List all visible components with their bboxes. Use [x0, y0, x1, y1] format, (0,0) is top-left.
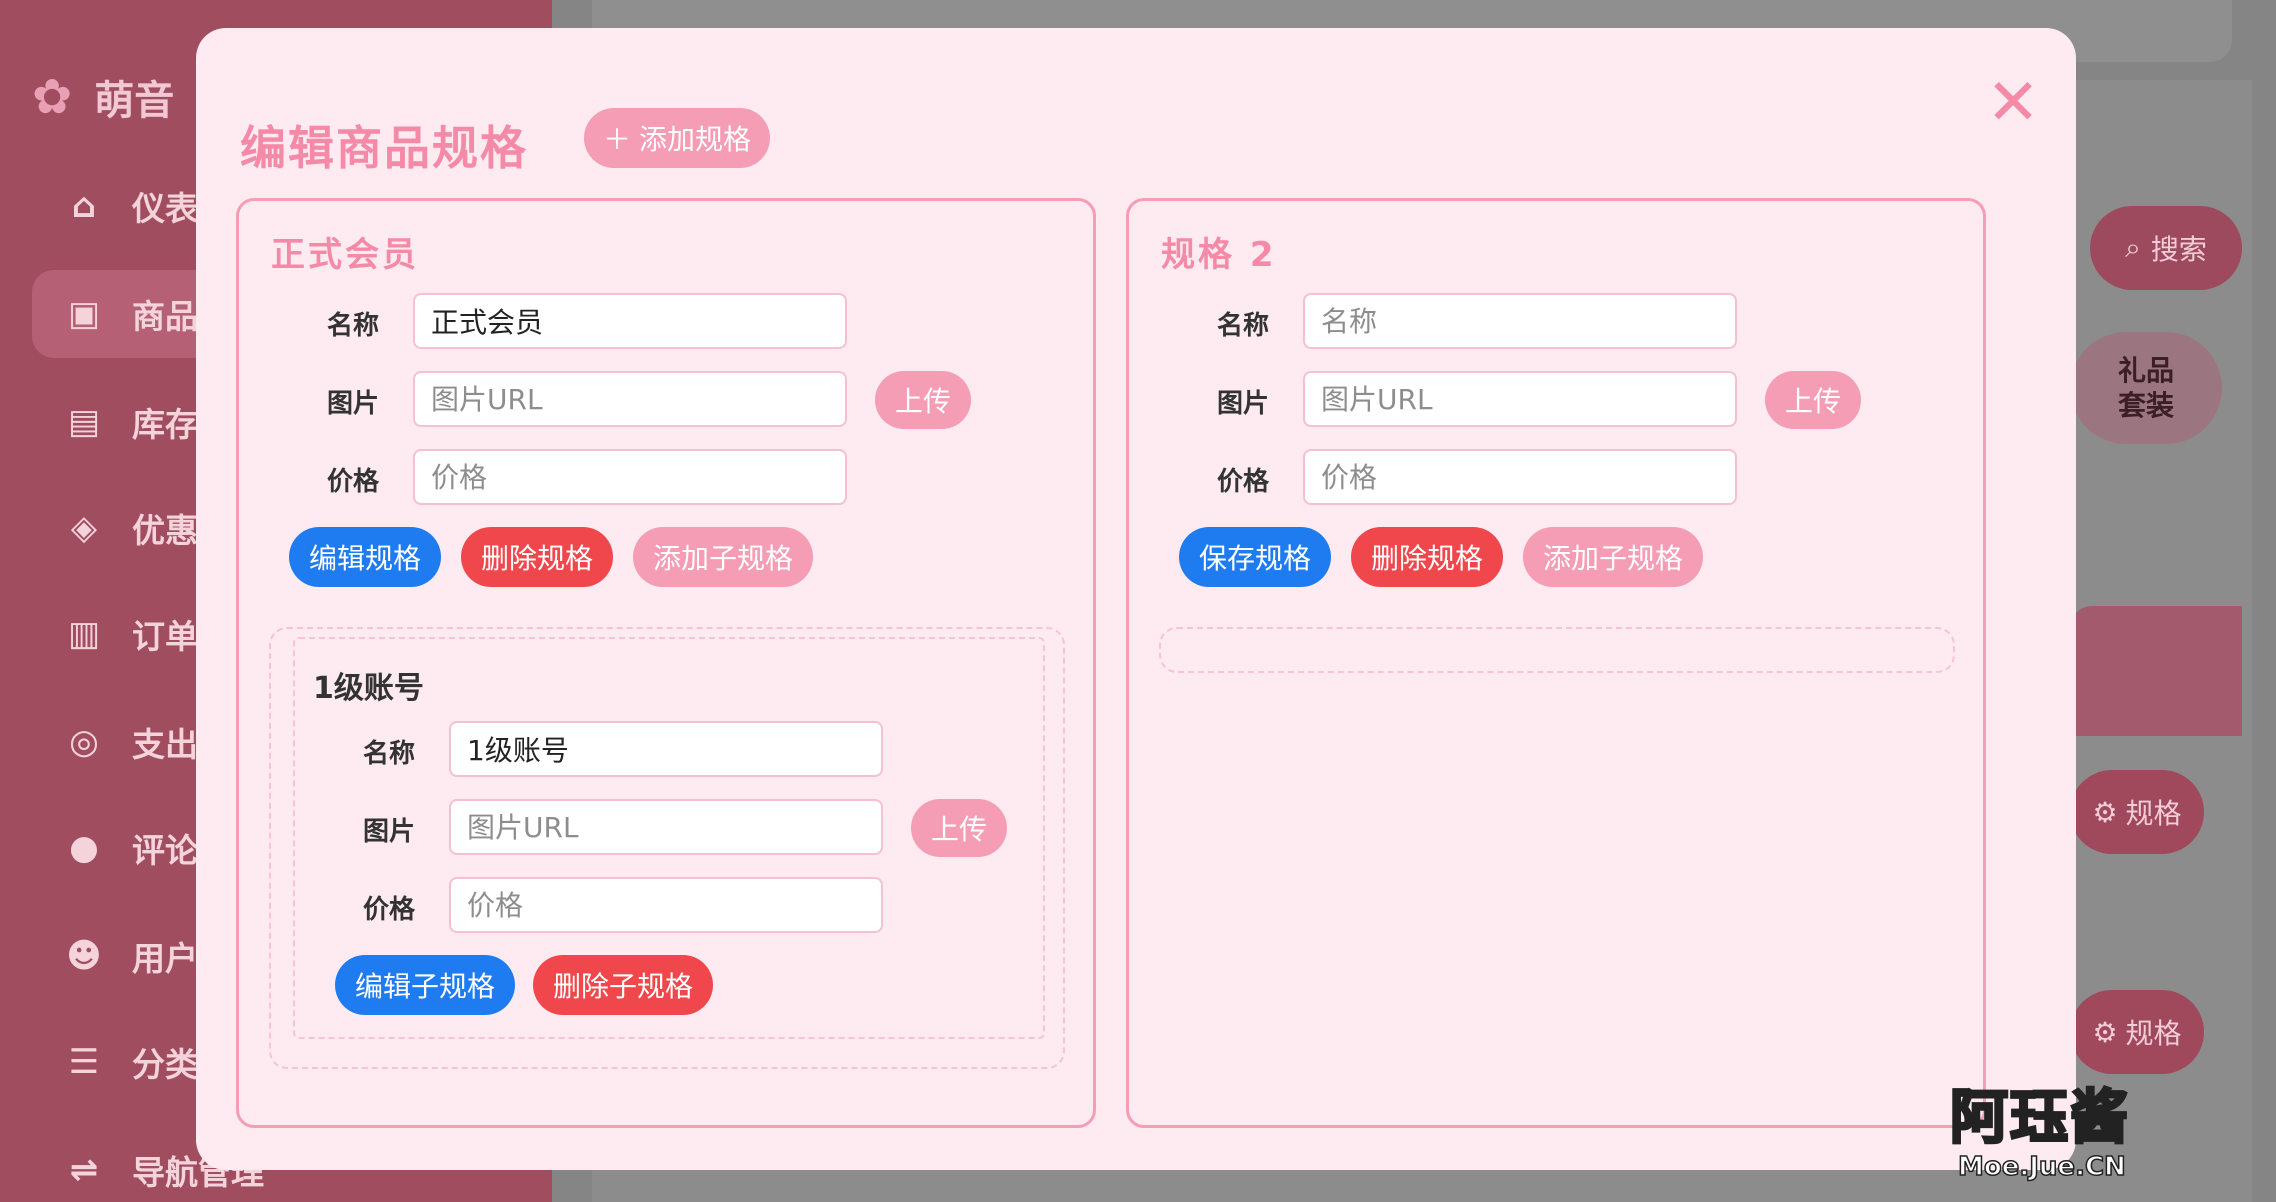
price-label: 价格 [362, 895, 415, 925]
upload-button[interactable]: 上传 [911, 799, 1007, 857]
delete-spec-button[interactable]: 删除规格 [461, 527, 614, 587]
sub-spec-title: 1级账号 [313, 671, 424, 706]
users-icon: ☻ [66, 936, 102, 976]
spec-price-input[interactable] [1303, 449, 1737, 505]
spec-card: 规格 2 名称 图片 上传 价格 保存规格 删除规格 添加子规格 [1126, 198, 1986, 1128]
row-spec-button[interactable]: ⚙ 规格 [2070, 770, 2204, 854]
home-icon: ⌂ [71, 186, 97, 226]
plus-icon: ＋ [602, 123, 631, 156]
spec-name-input[interactable] [413, 293, 847, 349]
modal-title: 编辑商品规格 [240, 121, 528, 175]
gear-icon: ⚙ [2092, 795, 2118, 829]
edit-spec-button[interactable]: 编辑规格 [289, 527, 442, 587]
spec-card-title: 规格 2 [1161, 235, 1277, 275]
category-chip-gift[interactable]: 礼品 套装 [2070, 332, 2222, 444]
list-icon: ☰ [68, 1042, 100, 1082]
upload-button[interactable]: 上传 [875, 371, 971, 429]
watermark-url: Moe.Jue.CN [1957, 1151, 2126, 1183]
sub-spec-container [1159, 627, 1955, 673]
watermark-logo: 阿珏酱 Moe.Jue.CN [1948, 1060, 2270, 1200]
clipboard-icon: ▥ [67, 614, 101, 654]
flower-logo-icon: ✿ [32, 69, 73, 125]
row-spec-label: 规格 [2125, 797, 2182, 830]
search-icon: ⌕ [2125, 231, 2141, 264]
app-logo-text: 萌音 [94, 78, 175, 124]
row-spec-label: 规格 [2125, 1017, 2182, 1050]
table-header-band [2070, 606, 2242, 736]
sub-spec-card: 1级账号 名称 图片 上传 价格 编辑子规格 删除子规格 [293, 637, 1045, 1039]
name-label: 名称 [326, 311, 379, 341]
app-logo: ✿ 萌音 [32, 62, 174, 132]
add-sub-spec-button[interactable]: 添加子规格 [1523, 527, 1704, 587]
gear-icon: ⚙ [2092, 1015, 2118, 1049]
sub-spec-price-input[interactable] [449, 877, 883, 933]
name-label: 名称 [362, 739, 415, 769]
bag-icon: ▣ [67, 294, 101, 334]
price-label: 价格 [326, 467, 379, 497]
sub-spec-image-input[interactable] [449, 799, 883, 855]
comment-icon: ● [69, 828, 99, 868]
image-label: 图片 [362, 817, 415, 847]
save-spec-button[interactable]: 保存规格 [1179, 527, 1332, 587]
spec-name-input[interactable] [1303, 293, 1737, 349]
signpost-icon: ⇌ [69, 1150, 99, 1190]
box-icon: ▤ [67, 402, 101, 442]
watermark-title: 阿珏酱 [1948, 1082, 2131, 1153]
sub-spec-name-input[interactable] [449, 721, 883, 777]
spec-image-input[interactable] [1303, 371, 1737, 427]
spec-card-title: 正式会员 [271, 235, 419, 275]
sub-spec-container: 1级账号 名称 图片 上传 价格 编辑子规格 删除子规格 [269, 627, 1065, 1069]
image-label: 图片 [326, 389, 379, 419]
delete-spec-button[interactable]: 删除规格 [1351, 527, 1504, 587]
add-spec-button[interactable]: ＋ 添加规格 [584, 108, 770, 168]
upload-button[interactable]: 上传 [1765, 371, 1861, 429]
spec-image-input[interactable] [413, 371, 847, 427]
search-button-label: 搜索 [2150, 233, 2207, 266]
category-chip-label: 礼品 套装 [2117, 354, 2174, 422]
tag-icon: ◈ [70, 508, 98, 548]
edit-spec-modal: 编辑商品规格 ＋ 添加规格 ✕ 正式会员 名称 图片 上传 价格 编辑规格 删除… [196, 28, 2076, 1170]
search-button[interactable]: ⌕ 搜索 [2090, 206, 2242, 290]
add-sub-spec-button[interactable]: 添加子规格 [633, 527, 814, 587]
spec-price-input[interactable] [413, 449, 847, 505]
coins-icon: ◎ [69, 722, 99, 762]
price-label: 价格 [1216, 467, 1269, 497]
close-icon[interactable]: ✕ [1984, 71, 2042, 135]
delete-sub-spec-button[interactable]: 删除子规格 [533, 955, 714, 1015]
add-spec-label: 添加规格 [639, 123, 752, 156]
image-label: 图片 [1216, 389, 1269, 419]
spec-card: 正式会员 名称 图片 上传 价格 编辑规格 删除规格 添加子规格 1级账号 名称… [236, 198, 1096, 1128]
edit-sub-spec-button[interactable]: 编辑子规格 [335, 955, 516, 1015]
name-label: 名称 [1216, 311, 1269, 341]
